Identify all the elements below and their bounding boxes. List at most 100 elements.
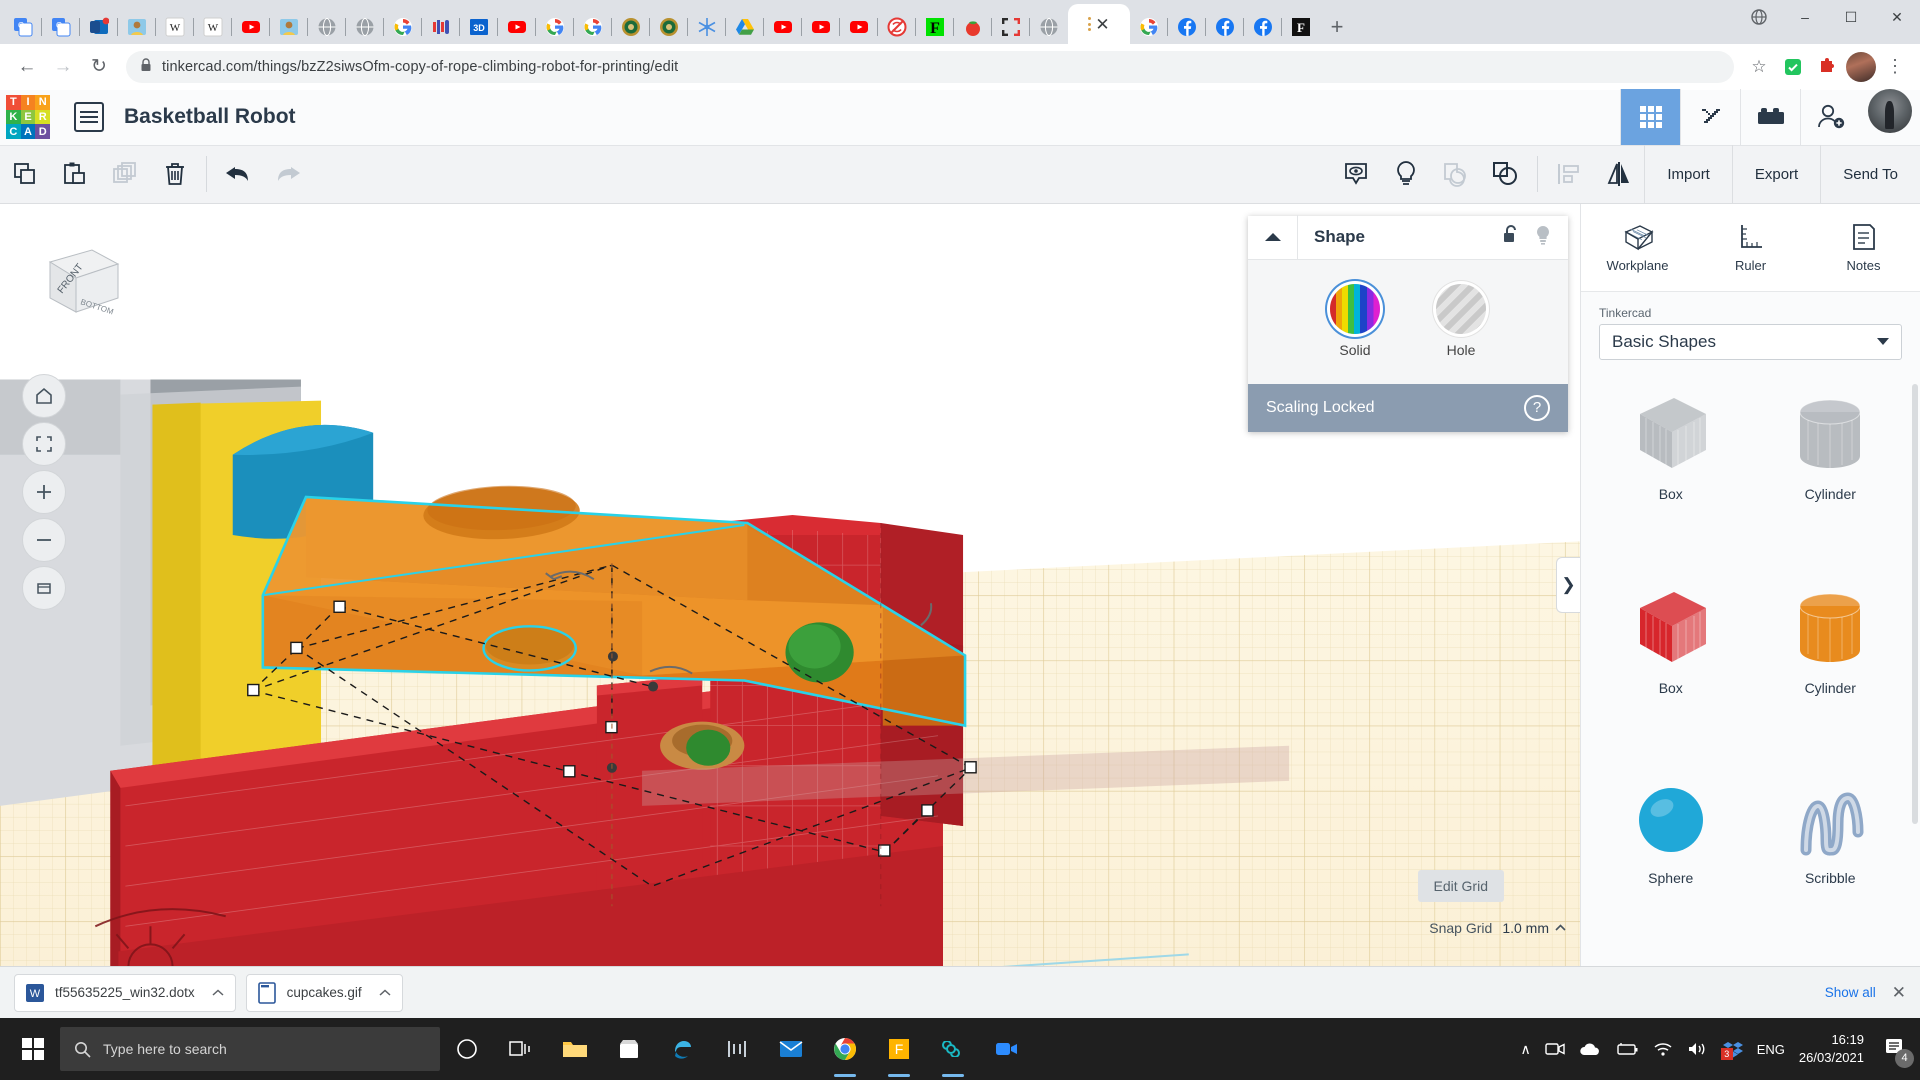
user-avatar[interactable] [1868, 89, 1912, 134]
google-translate-tab[interactable]: G [42, 10, 80, 44]
undo-button[interactable] [213, 145, 263, 203]
seal-tab[interactable] [650, 10, 688, 44]
google-tab[interactable] [574, 10, 612, 44]
new-tab-button[interactable]: + [1320, 10, 1354, 44]
chrome-menu-icon[interactable]: ⋮ [1880, 52, 1910, 82]
close-downloads-bar-icon[interactable]: ✕ [1892, 983, 1906, 1003]
copy-button[interactable] [0, 145, 50, 203]
youtube-tab[interactable] [232, 10, 270, 44]
hole-option[interactable]: Hole [1436, 283, 1486, 358]
delete-button[interactable] [150, 145, 200, 203]
download-item-gif[interactable]: cupcakes.gif [245, 973, 403, 1012]
google-translate-tab[interactable]: G [4, 10, 42, 44]
chrome-button[interactable] [818, 1018, 872, 1080]
language-indicator[interactable]: ENG [1757, 1042, 1785, 1057]
tomato-tab[interactable] [954, 10, 992, 44]
redo-button[interactable] [263, 145, 313, 203]
task-view-button[interactable] [494, 1018, 548, 1080]
tray-expand-icon[interactable]: ∧ [1521, 1041, 1531, 1058]
youtube-tab[interactable] [802, 10, 840, 44]
microsoft-store-button[interactable] [602, 1018, 656, 1080]
extension-check-icon[interactable] [1778, 52, 1808, 82]
collapse-panel-button[interactable] [1248, 215, 1298, 260]
camera-icon[interactable] [1545, 1041, 1565, 1057]
help-icon[interactable]: ? [1524, 394, 1550, 421]
zoom-in-button[interactable] [22, 469, 66, 514]
address-bar[interactable]: tinkercad.com/things/bzZ2siwsOfm-copy-of… [126, 50, 1734, 83]
group-button[interactable] [1431, 145, 1481, 203]
outlook-tab[interactable] [80, 10, 118, 44]
lego-brick-icon[interactable] [1740, 89, 1800, 146]
extension-puzzle-icon[interactable] [1812, 52, 1842, 82]
start-button[interactable] [6, 1018, 60, 1080]
duplicate-button[interactable] [100, 145, 150, 203]
minimize-window-button[interactable]: – [1782, 0, 1828, 34]
google-drive-tab[interactable] [726, 10, 764, 44]
shape-box-gray[interactable]: Box [1591, 378, 1751, 568]
snap-grid-value-button[interactable]: 1.0 mm [1502, 920, 1566, 936]
taskbar-search-box[interactable]: Type here to search [60, 1027, 440, 1071]
google-tab[interactable] [536, 10, 574, 44]
notification-center-button[interactable]: 4 [1884, 1037, 1914, 1068]
bookmark-star-icon[interactable]: ☆ [1744, 52, 1774, 82]
edge-button[interactable] [656, 1018, 710, 1080]
wikipedia-tab[interactable]: W [194, 10, 232, 44]
scratch-button[interactable] [710, 1018, 764, 1080]
solid-option[interactable]: Solid [1330, 283, 1380, 358]
fandom-tab[interactable]: F [1282, 10, 1320, 44]
youtube-tab[interactable] [764, 10, 802, 44]
wifi-icon[interactable] [1653, 1041, 1673, 1057]
wikipedia-image-tab[interactable] [118, 10, 156, 44]
download-menu-icon[interactable] [205, 980, 231, 1006]
google-tab[interactable] [1130, 10, 1168, 44]
tinkercad-logo[interactable]: TINKERCAD [6, 95, 50, 140]
align-button[interactable] [1544, 145, 1594, 203]
page-title[interactable]: Basketball Robot [124, 105, 296, 129]
youtube-tab[interactable] [840, 10, 878, 44]
fiverr-button[interactable]: F [872, 1018, 926, 1080]
profile-avatar[interactable] [1846, 51, 1876, 82]
collapse-sidebar-button[interactable]: ❯ [1556, 556, 1580, 613]
lightbulb-icon[interactable] [1534, 224, 1552, 251]
globe-tab[interactable] [1030, 10, 1068, 44]
invite-person-icon[interactable] [1800, 89, 1860, 146]
fiverr-tab[interactable]: F [916, 10, 954, 44]
snowflake-tab[interactable] [688, 10, 726, 44]
fit-all-button[interactable] [22, 421, 66, 466]
shape-cylinder-gray[interactable]: Cylinder [1751, 378, 1911, 568]
forward-button[interactable]: → [46, 50, 80, 84]
zoom-out-button[interactable] [22, 517, 66, 562]
workplane-tool[interactable]: Workplane [1581, 204, 1694, 291]
close-window-button[interactable]: ✕ [1874, 0, 1920, 34]
shape-sphere-blue[interactable]: Sphere [1591, 766, 1751, 956]
zoom-button[interactable] [980, 1018, 1034, 1080]
scratch-tab[interactable] [422, 10, 460, 44]
maximize-window-button[interactable]: ☐ [1828, 0, 1874, 34]
facebook-tab[interactable] [1244, 10, 1282, 44]
battery-icon[interactable] [1615, 1042, 1639, 1056]
paste-button[interactable] [50, 145, 100, 203]
clock[interactable]: 16:19 26/03/2021 [1799, 1031, 1864, 1066]
designs-list-icon[interactable] [74, 102, 104, 133]
youtube-tab[interactable] [498, 10, 536, 44]
sidebar-scrollbar[interactable] [1912, 383, 1918, 824]
mirror-button[interactable] [1594, 145, 1644, 203]
3d-tab[interactable]: 3D [460, 10, 498, 44]
facebook-tab[interactable] [1168, 10, 1206, 44]
collection-dropdown[interactable]: Basic Shapes [1599, 323, 1902, 360]
seal-tab[interactable] [612, 10, 650, 44]
view-cube[interactable]: FRONT BOTTOM [30, 240, 130, 330]
dropbox-icon[interactable]: 3 [1720, 1040, 1743, 1060]
chrome-extension-globe-icon[interactable] [1736, 0, 1782, 34]
reload-button[interactable]: ↻ [82, 50, 116, 84]
mail-button[interactable] [764, 1018, 818, 1080]
wikipedia-tab[interactable]: W [156, 10, 194, 44]
volume-icon[interactable] [1687, 1041, 1709, 1057]
shape-cylinder-orange[interactable]: Cylinder [1751, 572, 1911, 762]
home-view-button[interactable] [22, 373, 66, 418]
import-button[interactable]: Import [1644, 145, 1732, 204]
send-to-button[interactable]: Send To [1820, 145, 1920, 204]
ruler-tool[interactable]: Ruler [1694, 204, 1807, 291]
globe-tab[interactable] [346, 10, 384, 44]
facebook-tab[interactable] [1206, 10, 1244, 44]
